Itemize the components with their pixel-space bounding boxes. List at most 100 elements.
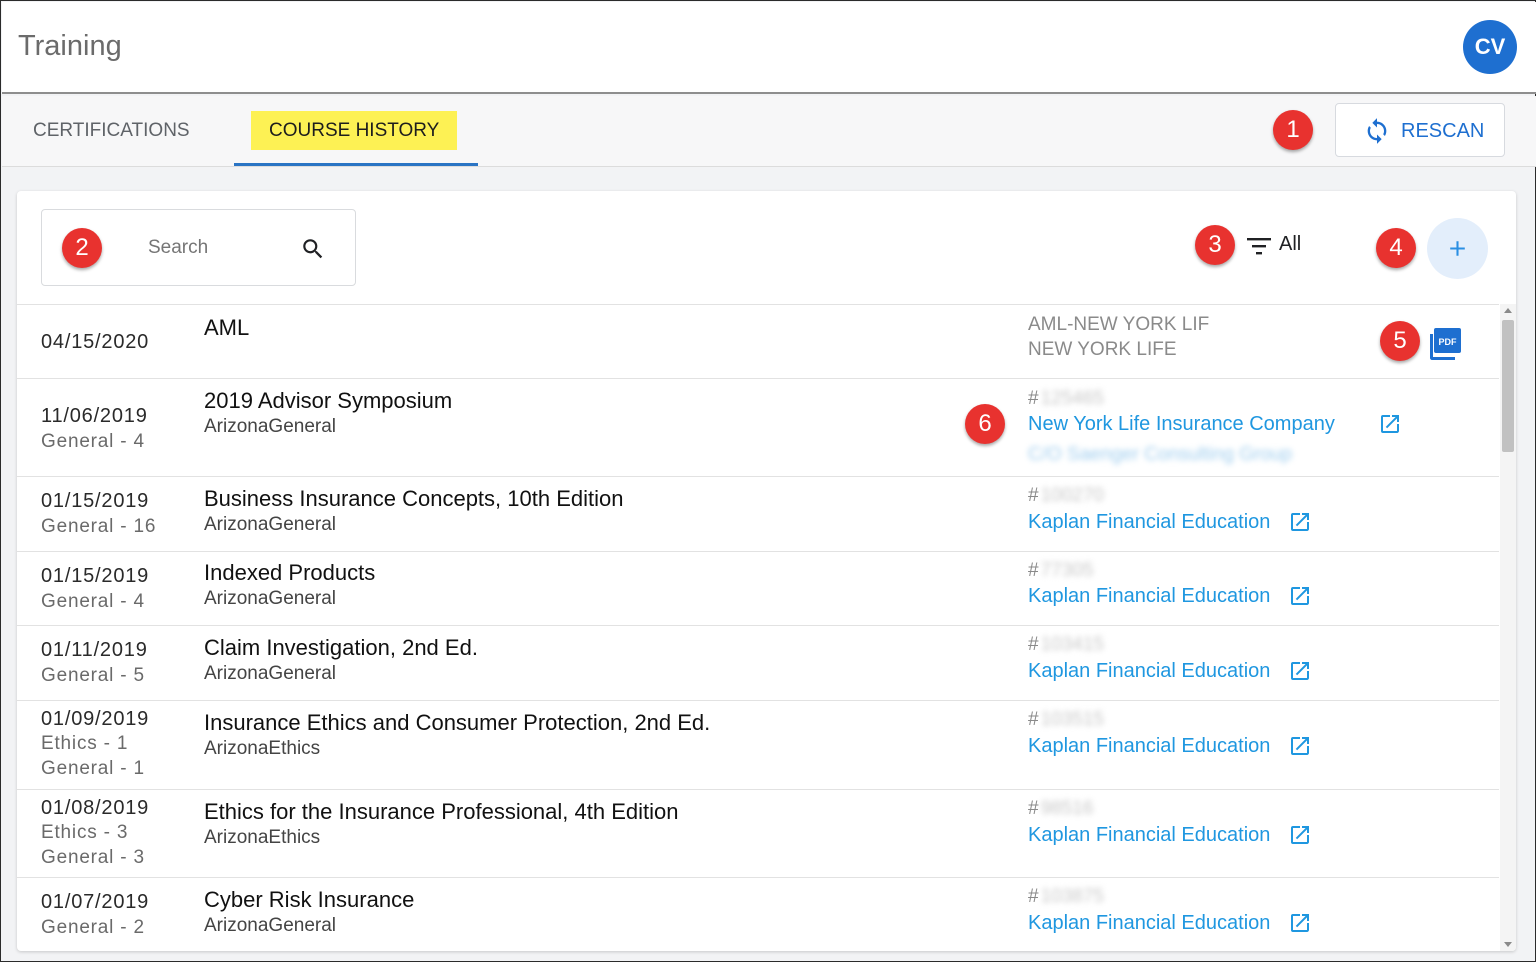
course-credit: General - 5 — [41, 665, 145, 686]
course-number: #125465 — [1028, 388, 1104, 409]
course-number-value: 100270 — [1040, 485, 1104, 506]
tab-course-history[interactable]: COURSE HISTORY — [234, 96, 478, 166]
external-link-icon[interactable] — [1288, 911, 1312, 935]
course-date: 01/09/2019 — [41, 708, 150, 730]
refresh-icon — [1367, 118, 1387, 144]
provider-link[interactable]: Kaplan Financial Education — [1028, 824, 1270, 847]
course-number-value: 103875 — [1040, 886, 1104, 907]
course-row[interactable]: 01/09/2019 Ethics - 1 General - 1 Insura… — [17, 701, 1499, 790]
course-row[interactable]: 11/06/2019 General - 4 2019 Advisor Symp… — [17, 379, 1499, 477]
course-number-value: 98516 — [1040, 798, 1094, 819]
course-date: 01/15/2019 — [41, 565, 150, 587]
course-category: ArizonaGeneral — [204, 915, 337, 936]
course-date: 01/15/2019 — [41, 490, 150, 512]
course-number: #100270 — [1028, 485, 1104, 506]
callout-marker: 3 — [1195, 225, 1235, 265]
course-credit: General - 4 — [41, 431, 145, 452]
callout-marker: 2 — [62, 228, 102, 268]
course-date: 04/15/2020 — [41, 331, 150, 353]
course-number: #98516 — [1028, 798, 1094, 819]
provider-link[interactable]: Kaplan Financial Education — [1028, 585, 1270, 608]
course-date: 01/07/2019 — [41, 891, 150, 913]
course-title: Indexed Products — [204, 560, 376, 585]
top-bar: Training CV — [2, 2, 1536, 94]
course-credit: Ethics - 3 — [41, 822, 129, 843]
course-number-value: 77305 — [1040, 560, 1094, 581]
provider-link[interactable]: Kaplan Financial Education — [1028, 912, 1270, 935]
filter-icon — [1247, 238, 1271, 255]
rescan-button[interactable]: RESCAN — [1335, 103, 1505, 157]
avatar[interactable]: CV — [1463, 20, 1517, 74]
course-history-card: All 04/15/2020 AML AML-NEW YORK LIF NEW … — [17, 191, 1516, 951]
course-credit: General - 4 — [41, 591, 145, 612]
pdf-icon[interactable]: PDF — [1428, 327, 1462, 361]
svg-text:PDF: PDF — [1439, 337, 1458, 347]
course-credit: General - 2 — [41, 917, 145, 938]
search-icon[interactable] — [300, 236, 326, 262]
filter-label: All — [1279, 233, 1302, 255]
course-number-value: 103415 — [1040, 634, 1104, 655]
course-list: 04/15/2020 AML AML-NEW YORK LIF NEW YORK… — [17, 304, 1499, 951]
course-number: #103415 — [1028, 634, 1104, 655]
course-credit: Ethics - 1 — [41, 733, 129, 754]
course-title: Claim Investigation, 2nd Ed. — [204, 635, 478, 660]
course-row[interactable]: 01/11/2019 General - 5 Claim Investigati… — [17, 626, 1499, 701]
external-link-icon[interactable] — [1288, 823, 1312, 847]
course-category: ArizonaGeneral — [204, 514, 337, 535]
course-title: Business Insurance Concepts, 10th Editio… — [204, 486, 624, 511]
course-credit: General - 3 — [41, 847, 145, 868]
callout-marker: 1 — [1273, 110, 1313, 150]
course-title: Cyber Risk Insurance — [204, 887, 415, 912]
course-number: #103515 — [1028, 709, 1104, 730]
course-credit: General - 16 — [41, 516, 157, 537]
course-category: ArizonaEthics — [204, 738, 321, 759]
rescan-label: RESCAN — [1401, 120, 1485, 142]
course-number-value: 125465 — [1040, 388, 1104, 409]
external-link-icon[interactable] — [1378, 412, 1402, 436]
course-date: 01/08/2019 — [41, 797, 150, 819]
external-link-icon[interactable] — [1288, 734, 1312, 758]
callout-marker: 5 — [1380, 321, 1420, 361]
app-window: Training CV CERTIFICATIONS COURSE HISTOR… — [0, 0, 1536, 962]
course-row[interactable]: 01/15/2019 General - 4 Indexed Products … — [17, 552, 1499, 626]
course-number: #103875 — [1028, 886, 1104, 907]
external-link-icon[interactable] — [1288, 584, 1312, 608]
course-title: 2019 Advisor Symposium — [204, 388, 453, 413]
course-title: AML — [204, 315, 250, 340]
course-row[interactable]: 04/15/2020 AML AML-NEW YORK LIF NEW YORK… — [17, 305, 1499, 379]
course-date: 11/06/2019 — [41, 405, 148, 427]
course-credit: General - 1 — [41, 758, 145, 779]
external-link-icon[interactable] — [1288, 659, 1312, 683]
provider-link[interactable]: Kaplan Financial Education — [1028, 735, 1270, 758]
course-row[interactable]: 01/08/2019 Ethics - 3 General - 3 Ethics… — [17, 790, 1499, 878]
course-row[interactable]: 01/15/2019 General - 16 Business Insuran… — [17, 477, 1499, 552]
scrollbar[interactable] — [1500, 304, 1516, 951]
search-input[interactable] — [148, 234, 288, 262]
course-category: ArizonaGeneral — [204, 588, 337, 609]
course-title: Ethics for the Insurance Professional, 4… — [204, 799, 679, 824]
callout-marker: 4 — [1376, 228, 1416, 268]
provider-link[interactable]: Kaplan Financial Education — [1028, 511, 1270, 534]
provider-link[interactable]: Kaplan Financial Education — [1028, 660, 1270, 683]
course-provider-name: NEW YORK LIFE — [1028, 339, 1177, 360]
scroll-down-arrow[interactable] — [1504, 942, 1512, 947]
course-title: Insurance Ethics and Consumer Protection… — [204, 710, 711, 735]
scroll-up-arrow[interactable] — [1504, 308, 1512, 313]
provider-link[interactable]: New York Life Insurance Company — [1028, 413, 1335, 436]
course-date: 01/11/2019 — [41, 639, 148, 661]
tab-course-history-label: COURSE HISTORY — [251, 111, 458, 150]
course-row[interactable]: 01/07/2019 General - 2 Cyber Risk Insura… — [17, 878, 1499, 951]
course-category: ArizonaGeneral — [204, 663, 337, 684]
page-title: Training — [18, 30, 122, 62]
course-category: ArizonaEthics — [204, 827, 321, 848]
course-number-value: 103515 — [1040, 709, 1104, 730]
plus-icon — [1450, 241, 1465, 256]
external-link-icon[interactable] — [1288, 510, 1312, 534]
add-course-button[interactable] — [1427, 218, 1488, 279]
tab-certifications[interactable]: CERTIFICATIONS — [33, 96, 190, 166]
course-provider-code: AML-NEW YORK LIF — [1028, 314, 1210, 335]
callout-marker: 6 — [965, 404, 1005, 444]
course-number: #77305 — [1028, 560, 1094, 581]
scroll-thumb[interactable] — [1502, 320, 1514, 452]
course-category: ArizonaGeneral — [204, 416, 337, 437]
